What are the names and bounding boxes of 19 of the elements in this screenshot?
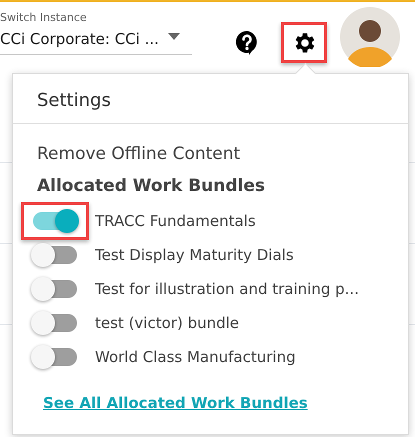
toggle-switch[interactable] xyxy=(33,280,77,298)
section-heading: Allocated Work Bundles xyxy=(37,176,266,196)
field-label: Switch Instance xyxy=(0,11,88,24)
bundle-label: World Class Manufacturing xyxy=(95,348,296,366)
settings-button[interactable] xyxy=(281,22,327,63)
toggle-switch[interactable] xyxy=(33,314,77,332)
avatar[interactable] xyxy=(340,7,400,67)
toggle-switch[interactable] xyxy=(33,212,77,230)
bundle-label: test (victor) bundle xyxy=(95,314,240,332)
bundle-label: TRACC Fundamentals xyxy=(95,212,256,230)
bundle-label: Test for illustration and training p... xyxy=(95,280,359,298)
menu-title: Settings xyxy=(13,74,408,124)
instance-dropdown[interactable]: CCi Corporate: CCi ... xyxy=(0,24,192,55)
help-icon xyxy=(235,30,259,56)
menu-item[interactable]: Remove Offline Content xyxy=(37,144,240,164)
toggle-switch[interactable] xyxy=(33,246,77,264)
caret-icon xyxy=(168,32,180,40)
toggle-switch[interactable] xyxy=(33,348,77,366)
bundle-label: Test Display Maturity Dials xyxy=(95,246,294,264)
